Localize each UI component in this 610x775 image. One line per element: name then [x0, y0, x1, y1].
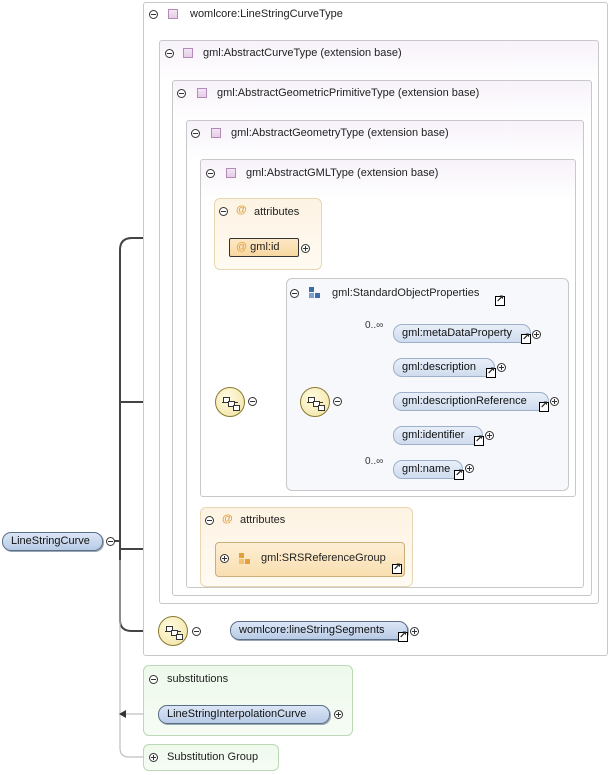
element-gml-metadataproperty[interactable]: gml:metaDataProperty [393, 324, 531, 343]
expand-icon[interactable] [301, 244, 310, 253]
element-gml-identifier[interactable]: gml:identifier [393, 426, 483, 445]
complex-type-icon [211, 128, 221, 138]
complex-type-icon [168, 9, 178, 19]
expand-icon[interactable] [334, 710, 343, 719]
element-label: gml:description [402, 361, 476, 373]
expand-icon[interactable] [485, 431, 494, 440]
element-label: womlcore:lineStringSegments [239, 624, 385, 636]
sequence-compositor-icon[interactable] [215, 387, 245, 417]
attribute-group-icon [239, 553, 251, 565]
element-linestringinterpolationcurve[interactable]: LineStringInterpolationCurve [158, 705, 330, 724]
type-label: gml:AbstractCurveType (extension base) [203, 47, 402, 59]
collapse-icon[interactable] [206, 169, 215, 178]
attributes-header: attributes [240, 514, 286, 526]
reference-arrow-icon[interactable] [539, 399, 549, 413]
element-label: gml:descriptionReference [402, 395, 527, 407]
element-label: LineStringCurve [11, 535, 90, 547]
complex-type-icon [226, 168, 236, 178]
reference-arrow-icon[interactable] [392, 561, 402, 575]
element-womlcore-linestringsegments[interactable]: womlcore:lineStringSegments [230, 621, 408, 640]
collapse-icon[interactable] [192, 627, 201, 636]
complex-type-icon [197, 88, 207, 98]
cardinality-label: 0..∞ [365, 320, 384, 331]
type-label: gml:AbstractGeometryType (extension base… [231, 127, 449, 139]
attribute-group-label: gml:SRSReferenceGroup [261, 552, 386, 564]
expand-icon[interactable] [465, 464, 474, 473]
reference-arrow-icon[interactable] [398, 629, 408, 643]
collapse-icon[interactable] [165, 49, 174, 58]
expand-icon[interactable] [550, 397, 559, 406]
collapse-icon[interactable] [290, 289, 299, 298]
element-label: gml:name [402, 463, 451, 475]
attribute-icon: @ [222, 513, 233, 525]
attribute-icon: @ [236, 204, 247, 216]
element-label: LineStringInterpolationCurve [167, 708, 307, 720]
collapse-icon[interactable] [333, 397, 342, 406]
reference-arrow-icon[interactable] [495, 293, 505, 307]
collapse-icon[interactable] [106, 537, 115, 546]
cardinality-label: 0..∞ [365, 456, 384, 467]
collapse-icon[interactable] [177, 89, 186, 98]
expand-icon[interactable] [149, 753, 158, 762]
expand-icon[interactable] [410, 627, 419, 636]
collapse-icon[interactable] [149, 10, 158, 19]
element-gml-description[interactable]: gml:description [393, 358, 495, 377]
collapse-icon[interactable] [219, 207, 228, 216]
substitutions-header: substitutions [167, 673, 229, 685]
element-gml-descriptionreference[interactable]: gml:descriptionReference [393, 392, 549, 411]
group-label: gml:StandardObjectProperties [332, 287, 480, 299]
substitution-group-label: Substitution Group [167, 751, 259, 763]
sequence-compositor-icon[interactable] [300, 387, 330, 417]
type-label: gml:AbstractGMLType (extension base) [246, 167, 439, 179]
element-gml-name[interactable]: gml:name [393, 460, 463, 479]
element-linestringcurve[interactable]: LineStringCurve [2, 532, 103, 551]
attribute-group-gml-srsreferencegroup[interactable]: gml:SRSReferenceGroup [215, 542, 405, 577]
group-icon [309, 287, 321, 299]
expand-icon[interactable] [220, 554, 229, 563]
sequence-compositor-icon[interactable] [158, 616, 188, 646]
attributes-header: attributes [254, 206, 300, 218]
attribute-label: gml:id [250, 241, 280, 253]
element-label: gml:identifier [402, 429, 465, 441]
type-label: gml:AbstractGeometricPrimitiveType (exte… [217, 87, 480, 99]
reference-arrow-icon[interactable] [474, 433, 484, 447]
reference-arrow-icon[interactable] [486, 365, 496, 379]
attribute-gml-id[interactable]: @ gml:id [229, 238, 299, 257]
element-label: gml:metaDataProperty [402, 327, 513, 339]
type-label: womlcore:LineStringCurveType [190, 8, 343, 20]
collapse-icon[interactable] [248, 397, 257, 406]
collapse-icon[interactable] [191, 129, 200, 138]
complex-type-icon [183, 48, 193, 58]
attribute-icon: @ [236, 241, 248, 253]
collapse-icon[interactable] [149, 675, 158, 684]
expand-icon[interactable] [497, 363, 506, 372]
reference-arrow-icon[interactable] [454, 467, 464, 481]
expand-icon[interactable] [532, 330, 541, 339]
collapse-icon[interactable] [205, 516, 214, 525]
reference-arrow-icon[interactable] [521, 331, 531, 345]
